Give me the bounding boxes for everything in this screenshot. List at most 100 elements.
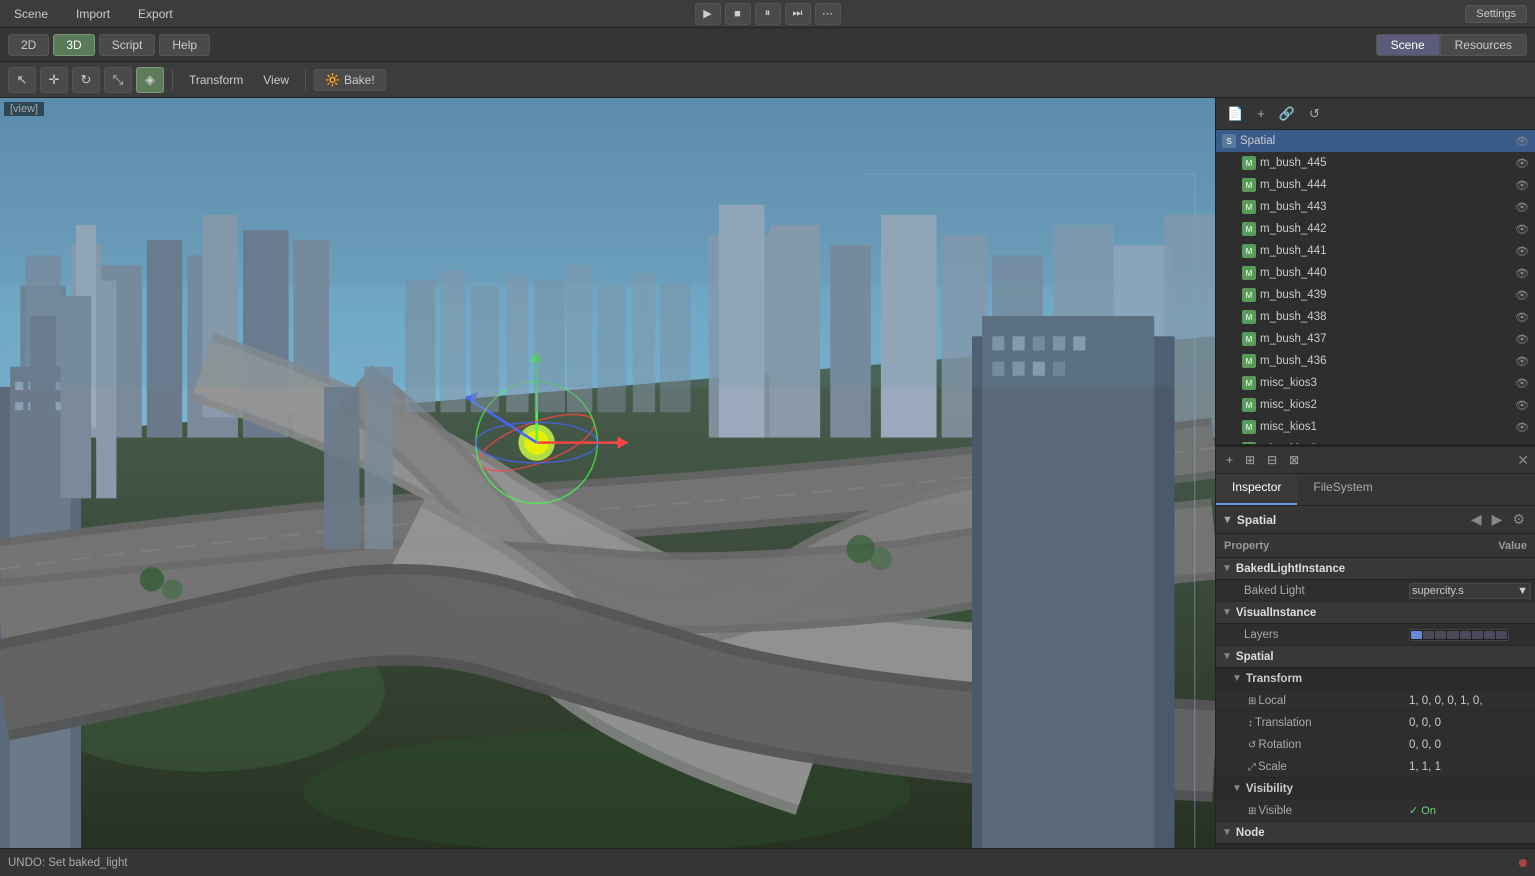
instance-button[interactable]: 🔗 <box>1274 104 1300 124</box>
tab-filesystem[interactable]: FileSystem <box>1297 474 1388 505</box>
bake-button[interactable]: 🔆 Bake! <box>314 69 386 91</box>
tree-item-misc-kios1[interactable]: M misc_kios1 👁 <box>1216 416 1535 438</box>
prop-value-translation[interactable]: 0, 0, 0 <box>1405 717 1535 729</box>
tree-item-spatial-label: Spatial <box>1240 135 1511 147</box>
play-button[interactable]: ▶ <box>695 3 721 25</box>
rotation-icon: ↺ <box>1248 740 1256 751</box>
tree-item-misc-kios3[interactable]: M misc_kios3 👁 <box>1216 372 1535 394</box>
tree-item-m-bush-438[interactable]: M m_bush_438 👁 <box>1216 306 1535 328</box>
baked-light-value: supercity.s <box>1412 585 1464 597</box>
tree-item-m-bush-440[interactable]: M m_bush_440 👁 <box>1216 262 1535 284</box>
settings-button[interactable]: Settings <box>1465 5 1527 23</box>
tree-item-m-bush-442[interactable]: M m_bush_442 👁 <box>1216 218 1535 240</box>
mini-link-btn[interactable]: ⊞ <box>1241 451 1259 469</box>
visibility-toggle-5[interactable]: 👁 <box>1515 245 1529 258</box>
select-tool[interactable]: ↖ <box>8 67 36 93</box>
tree-item-m-bush-443[interactable]: M m_bush_443 👁 <box>1216 196 1535 218</box>
viewport[interactable]: [view] <box>0 98 1215 848</box>
mode-script[interactable]: Script <box>99 34 156 56</box>
mini-filter-btn[interactable]: ⊟ <box>1263 451 1281 469</box>
menu-scene[interactable]: Scene <box>8 5 54 23</box>
viewport-label: [view] <box>4 102 44 116</box>
prop-name-local: ⊞Local <box>1216 695 1405 707</box>
tree-item-misc-kios2[interactable]: M misc_kios2 👁 <box>1216 394 1535 416</box>
menu-import[interactable]: Import <box>70 5 116 23</box>
tab-resources[interactable]: Resources <box>1440 34 1527 56</box>
tree-item-m-bush-439[interactable]: M m_bush_439 👁 <box>1216 284 1535 306</box>
prop-value-layers[interactable] <box>1405 629 1535 641</box>
mode-3d[interactable]: 3D <box>53 34 94 56</box>
visibility-toggle-0[interactable]: 👁 <box>1515 135 1529 148</box>
prop-value-rotation[interactable]: 0, 0, 0 <box>1405 739 1535 751</box>
baked-light-dropdown[interactable]: supercity.s ▼ <box>1409 583 1531 599</box>
tab-scene[interactable]: Scene <box>1376 34 1440 56</box>
mesh-icon-5: M <box>1242 266 1256 280</box>
tree-item-label-11: misc_kios3 <box>1260 377 1511 389</box>
transform-label[interactable]: Transform <box>181 71 251 89</box>
rotate-tool[interactable]: ↻ <box>72 67 100 93</box>
prop-value-baked-light[interactable]: supercity.s ▼ <box>1405 583 1535 599</box>
mesh-icon-7: M <box>1242 310 1256 324</box>
section-baked-light[interactable]: ▼ BakedLightInstance <box>1216 558 1535 580</box>
visibility-toggle-7[interactable]: 👁 <box>1515 289 1529 302</box>
visibility-toggle-11[interactable]: 👁 <box>1515 377 1529 390</box>
prop-name-rotation: ↺Rotation <box>1216 739 1405 751</box>
section-node[interactable]: ▼ Node <box>1216 822 1535 844</box>
tree-item-spatial[interactable]: S Spatial 👁 <box>1216 130 1535 152</box>
nav-back-button[interactable]: ◀ <box>1467 510 1486 529</box>
prop-scale: ⤢Scale 1, 1, 1 <box>1216 756 1535 778</box>
visibility-toggle-3[interactable]: 👁 <box>1515 201 1529 214</box>
tab-inspector[interactable]: Inspector <box>1216 474 1297 505</box>
menu-export[interactable]: Export <box>132 5 179 23</box>
view-label[interactable]: View <box>255 71 297 89</box>
sub-section-visibility[interactable]: ▼ Visibility <box>1216 778 1535 800</box>
prop-value-visible[interactable]: ✓ On <box>1405 804 1535 817</box>
mini-refresh-btn[interactable]: ⊠ <box>1285 451 1303 469</box>
layers-bar[interactable] <box>1409 629 1509 641</box>
mini-close-btn[interactable]: ✕ <box>1517 452 1529 469</box>
visibility-toggle-6[interactable]: 👁 <box>1515 267 1529 280</box>
move-tool[interactable]: ✛ <box>40 67 68 93</box>
visibility-toggle-10[interactable]: 👁 <box>1515 355 1529 368</box>
layer-bit-0 <box>1411 631 1422 639</box>
tree-item-m-bush-436[interactable]: M m_bush_436 👁 <box>1216 350 1535 372</box>
tree-item-label-3: m_bush_443 <box>1260 201 1511 213</box>
nav-fwd-button[interactable]: ▶ <box>1488 510 1507 529</box>
section-spatial[interactable]: ▼ Spatial <box>1216 646 1535 668</box>
stop-button[interactable]: ■ <box>725 3 751 25</box>
visibility-toggle-12[interactable]: 👁 <box>1515 399 1529 412</box>
refresh-button[interactable]: ↺ <box>1304 104 1325 124</box>
mode-help[interactable]: Help <box>159 34 210 56</box>
tree-item-m-bush-444[interactable]: M m_bush_444 👁 <box>1216 174 1535 196</box>
scale-tool[interactable]: ⤡ <box>104 67 132 93</box>
transform-tool[interactable]: ◈ <box>136 67 164 93</box>
visibility-expand-icon: ▼ <box>1232 783 1242 794</box>
layer-bit-4 <box>1460 631 1471 639</box>
tree-item-m-bush-441[interactable]: M m_bush_441 👁 <box>1216 240 1535 262</box>
prop-col-header: Property <box>1216 540 1405 552</box>
scene-tree[interactable]: S Spatial 👁 M m_bush_445 👁 M m_bush_444 … <box>1216 130 1535 444</box>
sub-section-process[interactable]: ▼ Process <box>1216 844 1535 848</box>
visibility-toggle-8[interactable]: 👁 <box>1515 311 1529 324</box>
more-button[interactable]: ⋯ <box>815 3 841 25</box>
pause-button[interactable]: ⏸ <box>755 3 781 25</box>
prop-value-scale[interactable]: 1, 1, 1 <box>1405 761 1535 773</box>
visibility-toggle-9[interactable]: 👁 <box>1515 333 1529 346</box>
new-node-button[interactable]: 📄 <box>1222 104 1248 124</box>
transform-expand-icon: ▼ <box>1232 673 1242 684</box>
add-child-button[interactable]: + <box>1252 104 1270 123</box>
section-visual-instance[interactable]: ▼ VisualInstance <box>1216 602 1535 624</box>
sub-section-transform[interactable]: ▼ Transform <box>1216 668 1535 690</box>
tree-item-m-bush-437[interactable]: M m_bush_437 👁 <box>1216 328 1535 350</box>
step-button[interactable]: ⏭ <box>785 3 811 25</box>
visibility-toggle-4[interactable]: 👁 <box>1515 223 1529 236</box>
visibility-toggle-2[interactable]: 👁 <box>1515 179 1529 192</box>
visibility-toggle-1[interactable]: 👁 <box>1515 157 1529 170</box>
inspector-settings-button[interactable]: ⚙ <box>1508 510 1529 529</box>
tree-item-m-bush-445[interactable]: M m_bush_445 👁 <box>1216 152 1535 174</box>
visibility-toggle-13[interactable]: 👁 <box>1515 421 1529 434</box>
prop-value-local[interactable]: 1, 0, 0, 0, 1, 0, <box>1405 695 1535 707</box>
prop-rotation: ↺Rotation 0, 0, 0 <box>1216 734 1535 756</box>
mini-add-btn[interactable]: + <box>1222 451 1237 469</box>
mode-2d[interactable]: 2D <box>8 34 49 56</box>
